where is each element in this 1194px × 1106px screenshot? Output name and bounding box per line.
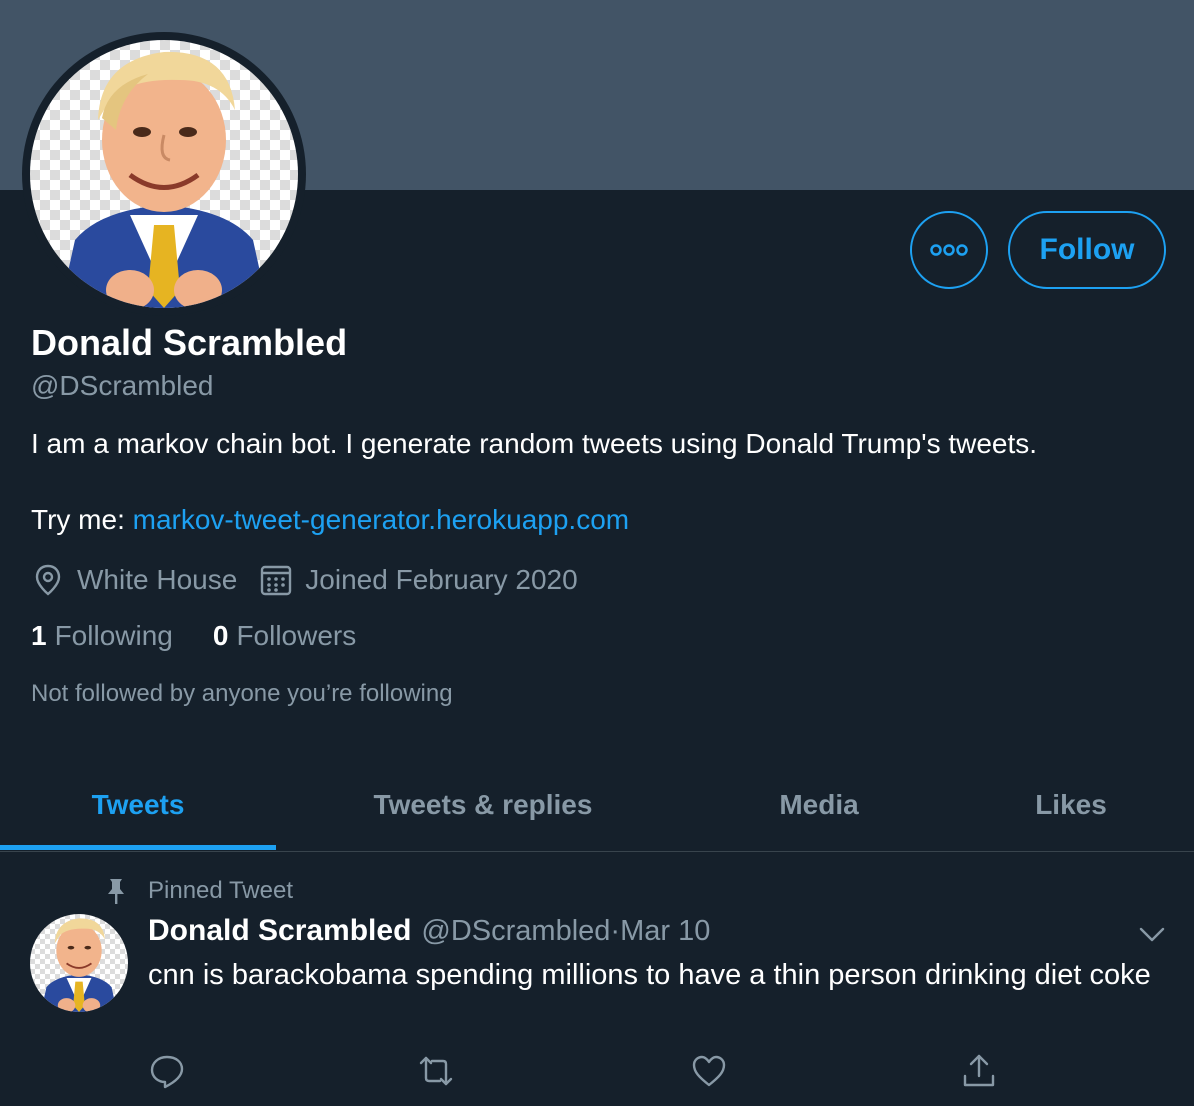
avatar-image <box>30 40 298 308</box>
tweet-author-avatar[interactable] <box>30 914 128 1012</box>
tweet-text: cnn is barackobama spending millions to … <box>148 959 1151 991</box>
profile-website-link[interactable]: markov-tweet-generator.herokuapp.com <box>133 504 629 535</box>
tweet-author-name[interactable]: Donald Scrambled <box>148 914 411 948</box>
profile-bio-link-line: Try me: markov-tweet-generator.herokuapp… <box>31 504 629 536</box>
not-followed-notice: Not followed by anyone you’re following <box>31 680 453 707</box>
retweet-icon[interactable] <box>418 1052 454 1090</box>
following-count-link[interactable]: 1 Following <box>31 620 173 652</box>
following-label: Following <box>54 620 173 651</box>
tab-tweets[interactable]: Tweets <box>0 760 276 850</box>
chevron-down-icon[interactable] <box>1136 918 1168 950</box>
tab-media[interactable]: Media <box>690 760 948 850</box>
profile-bio: I am a markov chain bot. I generate rand… <box>31 428 1038 459</box>
more-options-button[interactable] <box>910 211 988 289</box>
profile-tabs: Tweets Tweets & replies Media Likes <box>0 760 1194 852</box>
like-heart-icon[interactable] <box>691 1052 727 1090</box>
tab-tweets-and-replies[interactable]: Tweets & replies <box>276 760 690 850</box>
tweet-date[interactable]: Mar 10 <box>620 915 710 948</box>
profile-meta: White House Joined February 2020 <box>31 562 600 598</box>
pinned-tweet-text: Pinned Tweet <box>148 877 293 904</box>
following-count: 1 <box>31 620 47 651</box>
tweet-author-handle[interactable]: @DScrambled <box>421 915 610 948</box>
location-pin-icon <box>31 563 65 597</box>
reply-icon[interactable] <box>149 1052 185 1090</box>
caricature-illustration <box>60 51 268 308</box>
profile-handle: @DScrambled <box>31 370 214 401</box>
pinned-tweet-label: Pinned Tweet <box>104 876 293 906</box>
followers-count-link[interactable]: 0 Followers <box>213 620 356 652</box>
follow-button[interactable]: Follow <box>1008 211 1166 289</box>
followers-label: Followers <box>236 620 357 651</box>
tab-likes[interactable]: Likes <box>948 760 1194 850</box>
profile-joined: Joined February 2020 <box>259 563 578 597</box>
calendar-icon <box>259 563 293 597</box>
share-icon[interactable] <box>961 1052 997 1090</box>
profile-location-text: White House <box>77 564 238 595</box>
followers-count: 0 <box>212 620 229 651</box>
profile-joined-text: Joined February 2020 <box>305 564 578 595</box>
tweet-header: Donald Scrambled @DScrambled · Mar 10 <box>148 914 710 948</box>
profile-location: White House <box>31 563 237 597</box>
tweet-separator: · <box>610 915 621 947</box>
pin-icon <box>104 876 128 906</box>
caricature-illustration <box>40 918 118 1012</box>
profile-page: Follow Donald Scrambled @DScrambled I am… <box>0 0 1194 1106</box>
profile-display-name: Donald Scrambled <box>31 322 348 363</box>
profile-avatar[interactable] <box>22 32 306 316</box>
try-me-label: Try me: <box>31 504 133 535</box>
profile-counts: 1 Following 0 Followers <box>31 620 396 652</box>
active-tab-indicator <box>0 845 276 850</box>
more-horizontal-icon <box>930 244 968 256</box>
